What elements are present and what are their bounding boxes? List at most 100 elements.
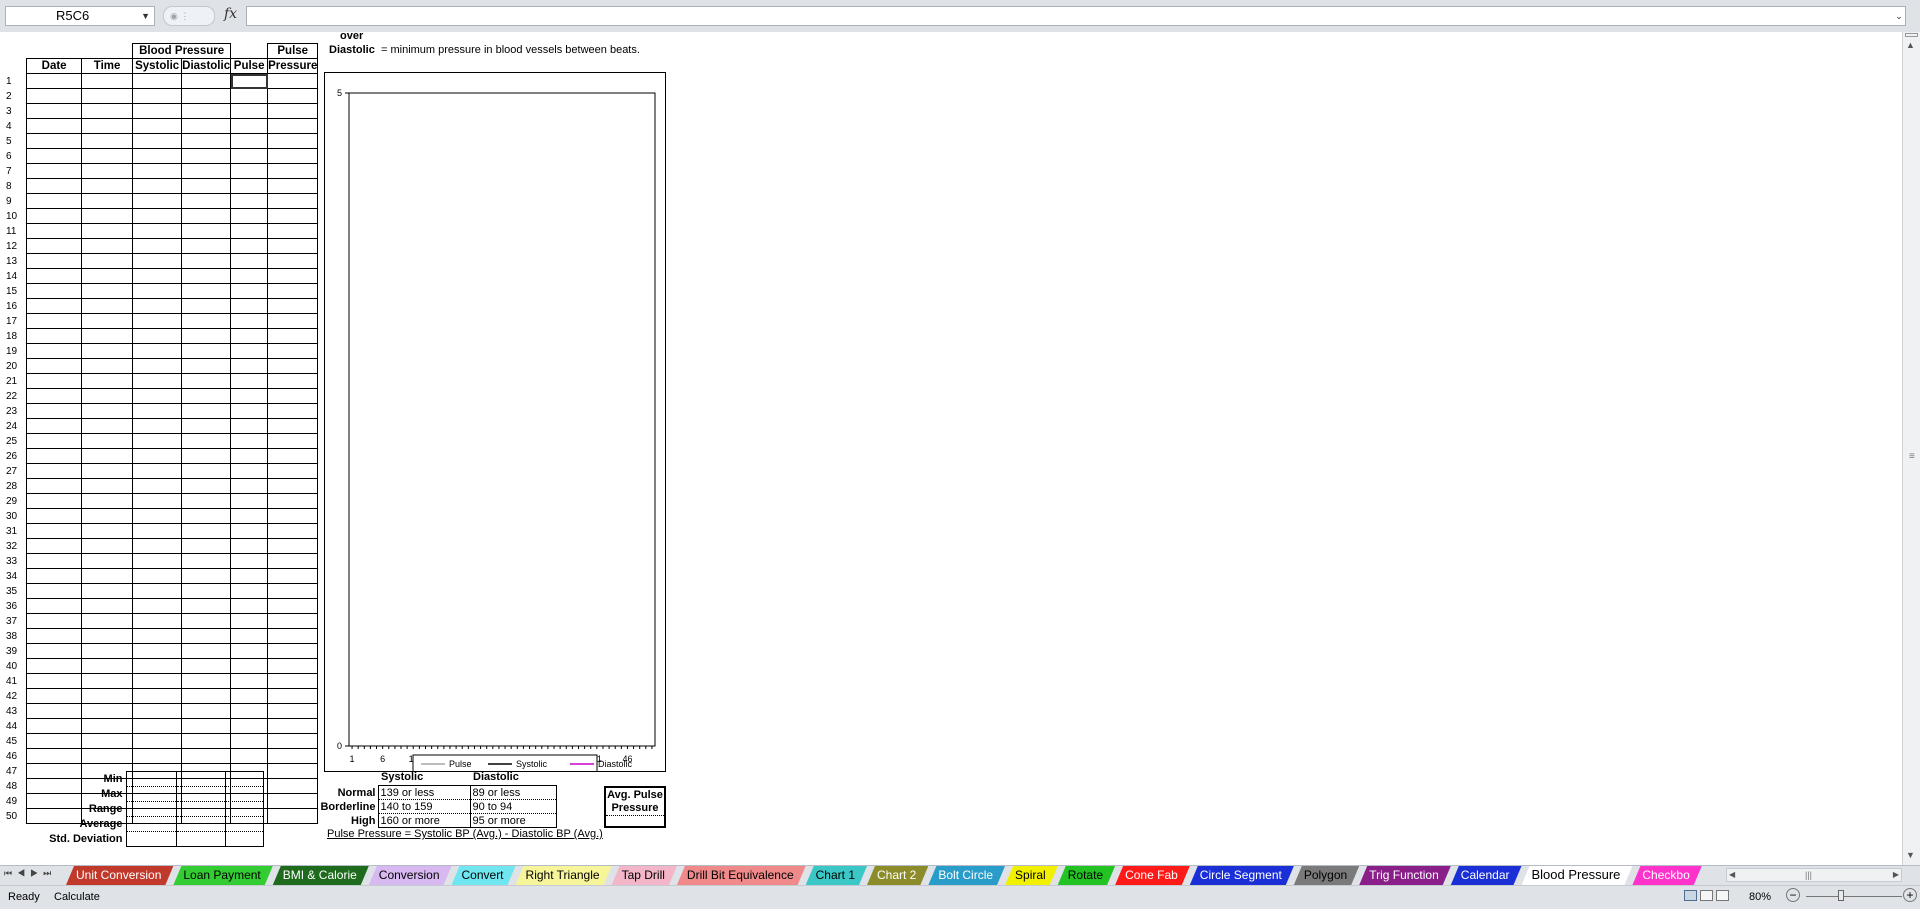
table-cell[interactable]	[132, 313, 183, 329]
table-cell[interactable]	[181, 463, 232, 479]
table-cell[interactable]	[181, 658, 232, 674]
table-cell[interactable]	[230, 343, 269, 359]
table-cell[interactable]	[26, 73, 83, 89]
table-cell[interactable]	[132, 538, 183, 554]
table-cell[interactable]	[132, 628, 183, 644]
table-cell[interactable]	[81, 283, 134, 299]
table-cell[interactable]	[267, 463, 319, 479]
table-cell[interactable]	[230, 733, 269, 749]
table-cell[interactable]	[132, 658, 183, 674]
table-cell[interactable]	[267, 628, 319, 644]
table-cell[interactable]	[81, 583, 134, 599]
formula-input[interactable]: ⌄	[246, 6, 1906, 26]
table-cell[interactable]	[81, 238, 134, 254]
table-cell[interactable]	[26, 178, 83, 194]
table-cell[interactable]	[267, 178, 319, 194]
table-cell[interactable]	[267, 223, 319, 239]
table-cell[interactable]	[181, 583, 232, 599]
table-cell[interactable]	[181, 538, 232, 554]
table-cell[interactable]	[181, 148, 232, 164]
table-cell[interactable]	[26, 628, 83, 644]
table-cell[interactable]	[181, 748, 232, 764]
stats-cell[interactable]	[224, 831, 264, 847]
table-cell[interactable]	[230, 118, 269, 134]
table-cell[interactable]	[132, 733, 183, 749]
sheet-tab[interactable]: Polygon	[1294, 866, 1359, 885]
table-cell[interactable]	[267, 568, 319, 584]
table-cell[interactable]	[26, 343, 83, 359]
table-cell[interactable]	[26, 703, 83, 719]
table-cell[interactable]	[181, 478, 232, 494]
table-cell[interactable]	[81, 148, 134, 164]
table-cell[interactable]	[26, 733, 83, 749]
table-cell[interactable]	[132, 463, 183, 479]
table-cell[interactable]	[230, 193, 269, 209]
table-cell[interactable]	[132, 358, 183, 374]
table-cell[interactable]	[81, 73, 134, 89]
table-cell[interactable]	[181, 688, 232, 704]
table-cell[interactable]	[230, 598, 269, 614]
table-cell[interactable]	[81, 193, 134, 209]
table-cell[interactable]	[267, 343, 319, 359]
table-cell[interactable]	[132, 703, 183, 719]
table-cell[interactable]	[230, 568, 269, 584]
table-cell[interactable]	[81, 403, 134, 419]
split-handle[interactable]	[1905, 33, 1918, 37]
table-cell[interactable]	[267, 388, 319, 404]
table-cell[interactable]	[267, 538, 319, 554]
table-cell[interactable]	[26, 598, 83, 614]
table-cell[interactable]	[81, 328, 134, 344]
table-cell[interactable]	[181, 508, 232, 524]
stats-cell[interactable]	[125, 816, 176, 832]
name-box[interactable]: R5C6 ▼	[5, 6, 155, 26]
table-cell[interactable]	[132, 178, 183, 194]
table-cell[interactable]	[230, 523, 269, 539]
table-cell[interactable]	[267, 418, 319, 434]
table-cell[interactable]	[26, 163, 83, 179]
sheet-tab[interactable]: Convert	[452, 866, 516, 885]
formula-bar-grip[interactable]: ◉ ⋮	[163, 6, 215, 26]
table-cell[interactable]	[26, 238, 83, 254]
table-cell[interactable]	[81, 493, 134, 509]
table-cell[interactable]	[230, 268, 269, 284]
table-cell[interactable]	[181, 178, 232, 194]
table-cell[interactable]	[81, 688, 134, 704]
table-cell[interactable]	[81, 538, 134, 554]
table-cell[interactable]	[267, 103, 319, 119]
table-cell[interactable]	[267, 433, 319, 449]
table-cell[interactable]	[81, 253, 134, 269]
table-cell[interactable]	[81, 568, 134, 584]
table-cell[interactable]	[181, 103, 232, 119]
table-cell[interactable]	[230, 103, 269, 119]
table-cell[interactable]	[181, 733, 232, 749]
table-cell[interactable]	[267, 208, 319, 224]
table-cell[interactable]	[181, 238, 232, 254]
table-cell[interactable]	[132, 433, 183, 449]
table-cell[interactable]	[267, 313, 319, 329]
table-cell[interactable]	[26, 268, 83, 284]
table-cell[interactable]	[267, 73, 319, 89]
table-cell[interactable]	[267, 448, 319, 464]
table-cell[interactable]	[81, 418, 134, 434]
table-cell[interactable]	[81, 373, 134, 389]
table-cell[interactable]	[230, 703, 269, 719]
table-cell[interactable]	[132, 283, 183, 299]
table-cell[interactable]	[267, 403, 319, 419]
table-cell[interactable]	[181, 673, 232, 689]
table-cell[interactable]	[230, 253, 269, 269]
table-cell[interactable]	[181, 418, 232, 434]
table-cell[interactable]	[267, 88, 319, 104]
table-cell[interactable]	[26, 658, 83, 674]
sheet-tab[interactable]: Conversion	[369, 866, 452, 885]
table-cell[interactable]	[267, 298, 319, 314]
table-cell[interactable]	[132, 238, 183, 254]
table-cell[interactable]	[230, 223, 269, 239]
table-cell[interactable]	[181, 223, 232, 239]
first-sheet-icon[interactable]: ⏮	[4, 868, 17, 878]
scroll-thumb[interactable]: ≡	[1909, 452, 1915, 462]
table-cell[interactable]	[230, 553, 269, 569]
table-cell[interactable]	[26, 253, 83, 269]
table-cell[interactable]	[230, 478, 269, 494]
table-cell[interactable]	[267, 688, 319, 704]
table-cell[interactable]	[230, 73, 269, 89]
